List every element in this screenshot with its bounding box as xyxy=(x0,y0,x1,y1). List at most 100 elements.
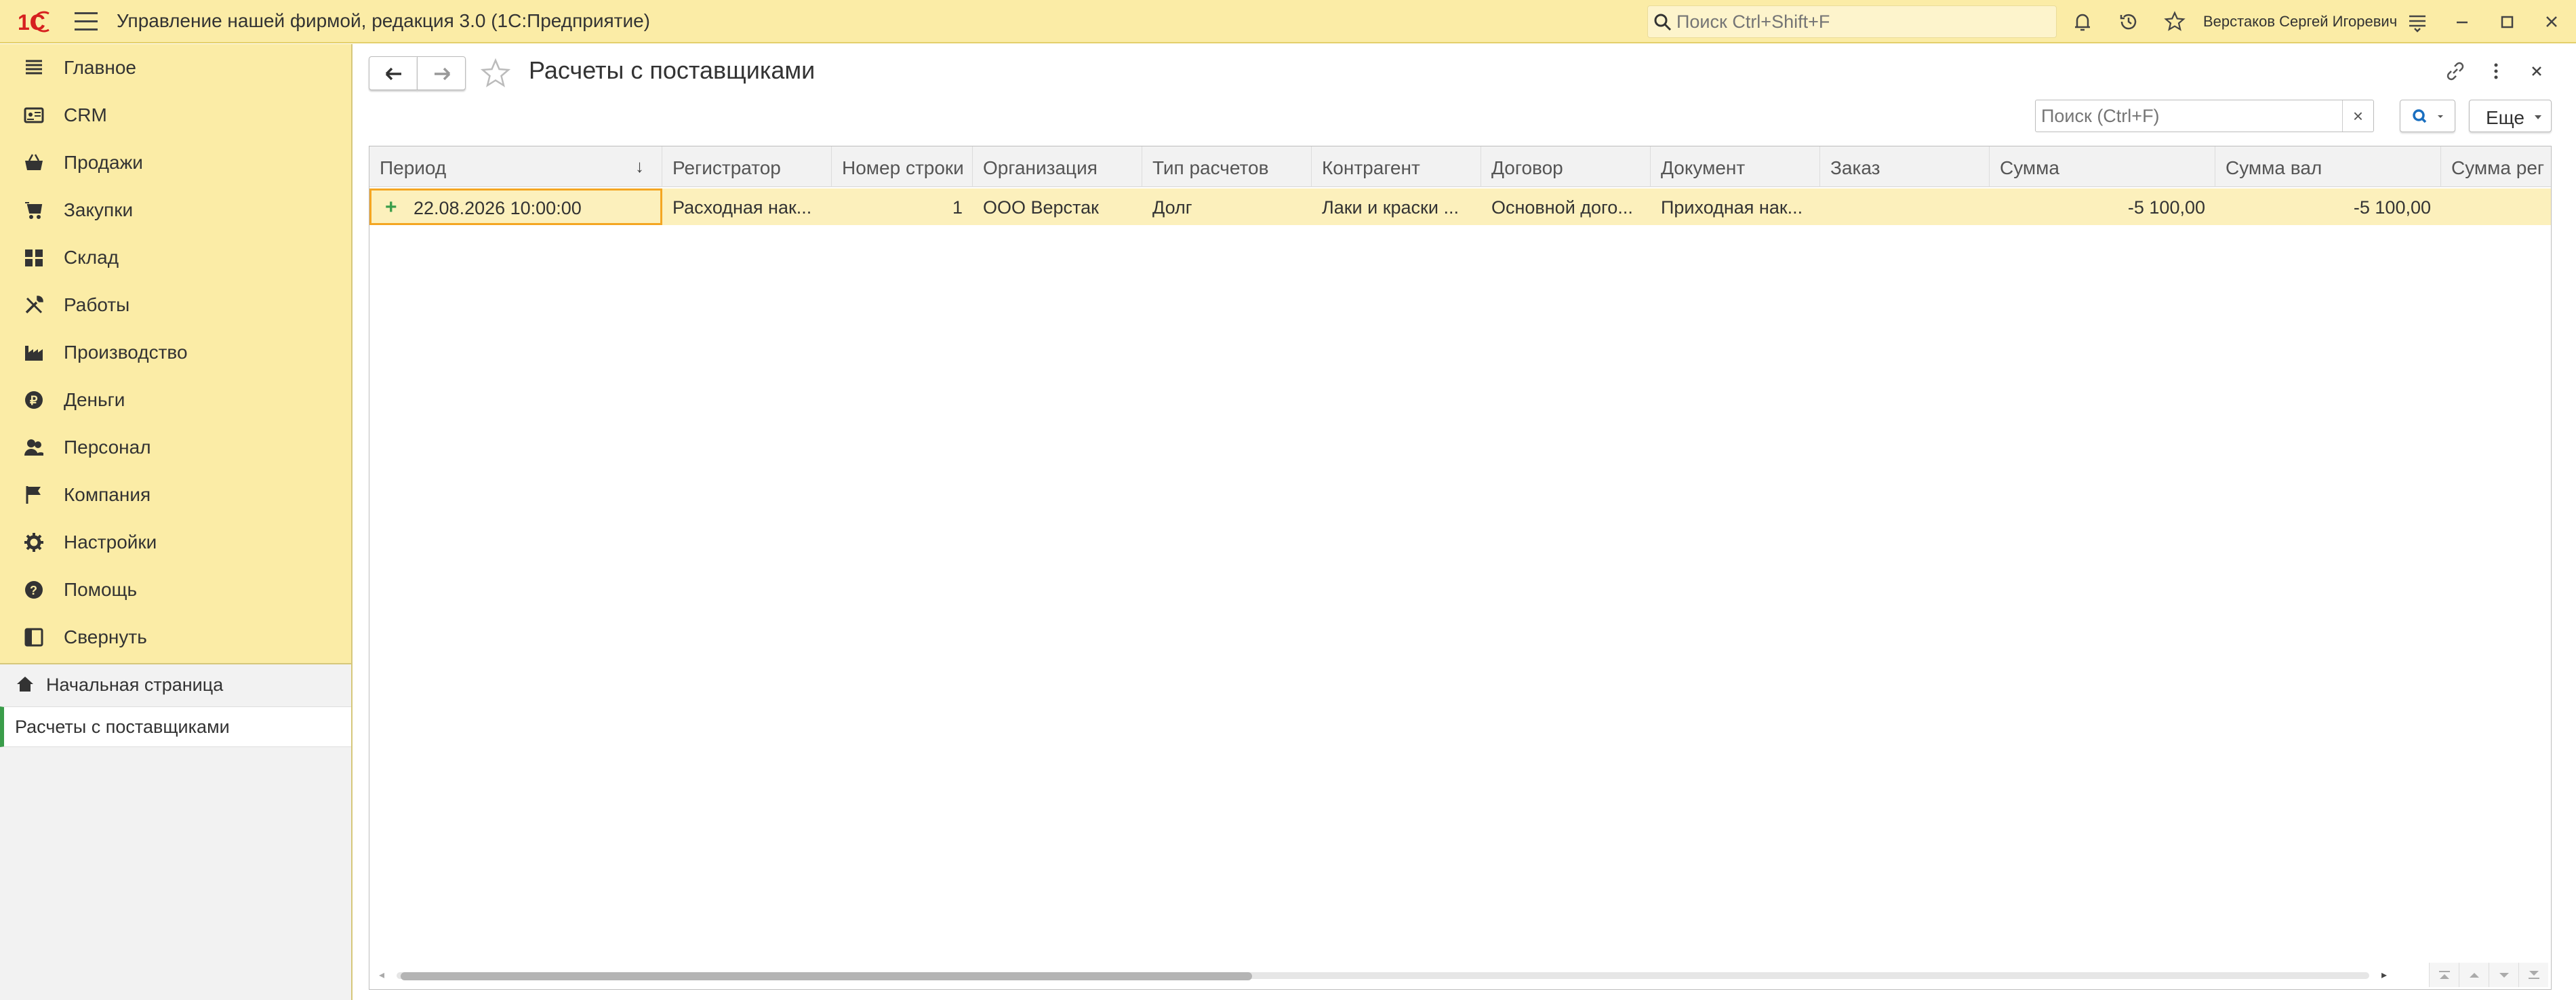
back-button[interactable] xyxy=(369,56,418,90)
cell-value: Лаки и краски ... xyxy=(1322,197,1459,218)
column-header-amount-cur[interactable]: Сумма вал xyxy=(2215,146,2441,187)
record-income-icon: + xyxy=(385,196,397,218)
settings-lines-icon[interactable] xyxy=(2405,9,2430,34)
add-to-favorites-star-icon[interactable] xyxy=(477,56,514,93)
flag-icon xyxy=(26,486,41,504)
global-search-box[interactable] xyxy=(1647,5,2057,38)
column-header-label: Номер строки xyxy=(842,157,964,178)
cell-amount-cur[interactable]: -5 100,00 xyxy=(2215,188,2441,225)
cell-contract[interactable]: Основной дого... xyxy=(1481,188,1651,225)
favorites-star-icon[interactable] xyxy=(2162,9,2187,34)
sidebar-item-production[interactable]: Производство xyxy=(0,329,351,376)
more-button[interactable]: Еще xyxy=(2469,100,2552,132)
sidebar-item-works[interactable]: Работы xyxy=(0,281,351,329)
arrow-right-icon xyxy=(435,67,451,81)
sidebar-item-money[interactable]: ₽ Деньги xyxy=(0,376,351,424)
list-search-input[interactable] xyxy=(2041,104,2339,127)
column-header-contract[interactable]: Договор xyxy=(1481,146,1651,187)
minimize-icon[interactable] xyxy=(2450,9,2474,34)
open-window-item-current[interactable]: Расчеты с поставщиками xyxy=(0,706,351,747)
column-header-label: Сумма рег xyxy=(2451,157,2545,178)
cell-document[interactable]: Приходная нак... xyxy=(1651,188,1820,225)
page-down-button[interactable] xyxy=(2489,963,2518,987)
column-header-label: Сумма xyxy=(2000,157,2059,178)
cell-order[interactable] xyxy=(1820,188,1990,225)
sort-descending-icon: ↓ xyxy=(635,156,644,176)
column-header-label: Контрагент xyxy=(1322,157,1420,178)
bell-icon[interactable] xyxy=(2070,9,2095,34)
cell-value: -5 100,00 xyxy=(2127,197,2205,218)
page-up-button[interactable] xyxy=(2459,963,2489,987)
list-search-box[interactable]: × xyxy=(2035,100,2374,132)
sidebar-item-settings[interactable]: Настройки xyxy=(0,519,351,566)
sidebar-item-help[interactable]: ? Помощь xyxy=(0,566,351,614)
column-header-counterparty[interactable]: Контрагент xyxy=(1312,146,1481,187)
cell-counterparty[interactable]: Лаки и краски ... xyxy=(1312,188,1481,225)
user-name[interactable]: Верстаков Сергей Игоревич xyxy=(2203,13,2397,31)
close-window-icon[interactable] xyxy=(2539,9,2564,34)
cell-registrator[interactable]: Расходная нак... xyxy=(662,188,832,225)
cell-value: Расходная нак... xyxy=(672,197,812,218)
cell-organization[interactable]: ООО Верстак xyxy=(973,188,1142,225)
cell-amount-reg[interactable] xyxy=(2441,188,2551,225)
sidebar-item-crm[interactable]: CRM xyxy=(0,92,351,139)
column-header-amount[interactable]: Сумма xyxy=(1990,146,2215,187)
svg-text:₽: ₽ xyxy=(30,394,38,407)
search-options-button[interactable] xyxy=(2400,100,2455,132)
column-header-organization[interactable]: Организация xyxy=(973,146,1142,187)
column-header-amount-reg[interactable]: Сумма рег xyxy=(2441,146,2551,187)
table-row[interactable]: + 22.08.2026 10:00:00 Расходная нак... 1… xyxy=(369,188,2551,225)
global-search-input[interactable] xyxy=(1676,10,2042,33)
column-header-order[interactable]: Заказ xyxy=(1820,146,1990,187)
scroll-to-bottom-button[interactable] xyxy=(2518,963,2548,987)
money-icon: ₽ xyxy=(25,391,43,409)
sidebar-item-label: Помощь xyxy=(64,579,138,600)
scroll-to-top-button[interactable] xyxy=(2429,963,2459,987)
home-page-link[interactable]: Начальная страница xyxy=(0,664,351,705)
history-icon[interactable] xyxy=(2116,9,2141,34)
column-header-document[interactable]: Документ xyxy=(1651,146,1820,187)
scroll-left-icon[interactable]: ◂ xyxy=(379,968,384,982)
sidebar-item-label: Производство xyxy=(64,342,188,363)
sidebar-item-label: Продажи xyxy=(64,152,143,173)
sidebar-item-personnel[interactable]: Персонал xyxy=(0,424,351,471)
first-page-icon xyxy=(2439,971,2450,979)
scrollbar-thumb[interactable] xyxy=(401,972,1252,980)
clear-search-button[interactable]: × xyxy=(2342,100,2373,132)
sidebar-item-company[interactable]: Компания xyxy=(0,471,351,519)
cell-value: ООО Верстак xyxy=(983,197,1099,218)
help-icon: ? xyxy=(25,581,43,599)
cell-period[interactable]: + 22.08.2026 10:00:00 xyxy=(369,188,662,225)
link-icon[interactable] xyxy=(2442,58,2469,85)
forward-button[interactable] xyxy=(417,56,466,90)
gear-icon xyxy=(24,533,43,552)
maximize-icon[interactable] xyxy=(2495,9,2519,34)
app-title: Управление нашей фирмой, редакция 3.0 (1… xyxy=(117,10,650,31)
sidebar-item-sales[interactable]: Продажи xyxy=(0,139,351,186)
scroll-right-icon[interactable]: ▸ xyxy=(2381,968,2387,982)
close-form-icon[interactable] xyxy=(2523,58,2550,85)
sidebar-item-main[interactable]: Главное xyxy=(0,44,351,92)
menu-list-icon xyxy=(26,60,42,75)
column-header-line-number[interactable]: Номер строки xyxy=(832,146,973,187)
cell-amount[interactable]: -5 100,00 xyxy=(1990,188,2215,225)
sidebar-item-label: Закупки xyxy=(64,199,134,220)
cell-line-number[interactable]: 1 xyxy=(832,188,973,225)
data-table[interactable]: Период ↓ Регистратор Номер строки Органи… xyxy=(369,146,2552,990)
column-header-label: Тип расчетов xyxy=(1152,157,1269,178)
basket-icon xyxy=(25,154,43,170)
column-header-registrator[interactable]: Регистратор xyxy=(662,146,832,187)
more-actions-icon[interactable] xyxy=(2482,58,2510,85)
column-header-period[interactable]: Период ↓ xyxy=(369,146,662,187)
sidebar-item-purchases[interactable]: Закупки xyxy=(0,186,351,234)
sidebar-item-warehouse[interactable]: Склад xyxy=(0,234,351,281)
column-header-settlement-type[interactable]: Тип расчетов xyxy=(1142,146,1312,187)
sidebar-item-label: CRM xyxy=(64,104,107,125)
people-icon xyxy=(24,439,43,456)
horizontal-scrollbar[interactable]: ◂ ▸ xyxy=(369,960,2551,989)
column-header-label: Договор xyxy=(1491,157,1563,178)
hamburger-menu-icon[interactable] xyxy=(75,12,98,31)
sidebar-item-collapse[interactable]: Свернуть xyxy=(0,614,351,661)
cell-settlement-type[interactable]: Долг xyxy=(1142,188,1312,225)
column-header-label: Организация xyxy=(983,157,1098,178)
